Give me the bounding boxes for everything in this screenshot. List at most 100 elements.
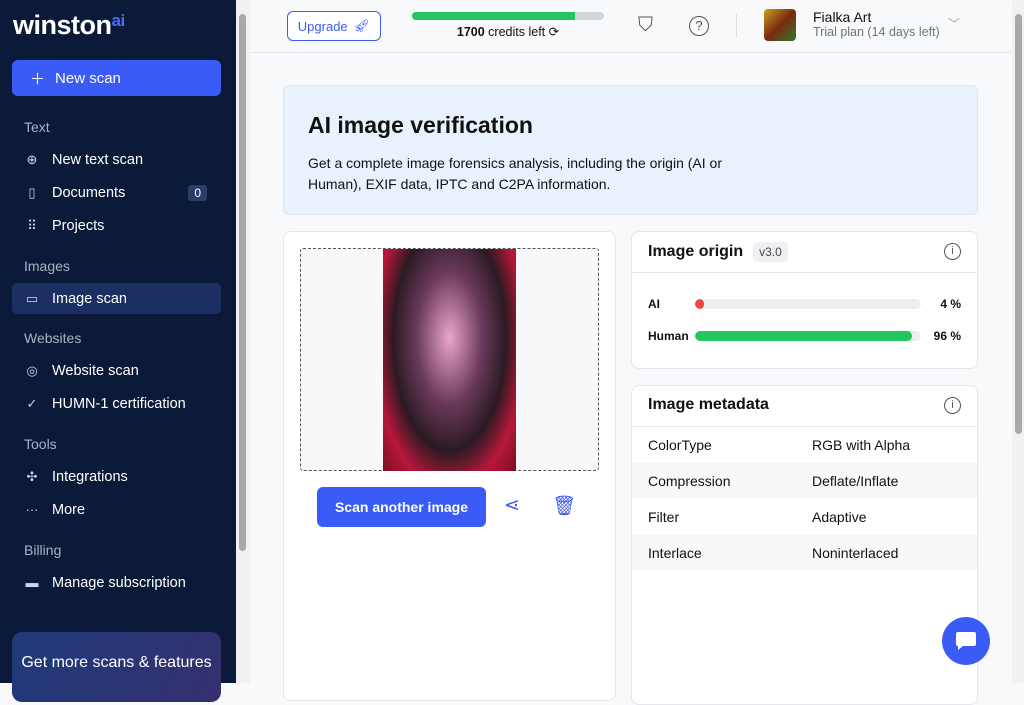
upgrade-label: Upgrade	[297, 18, 348, 34]
origin-label: AI	[648, 297, 660, 311]
origin-row-human: Human 96 %	[648, 329, 961, 343]
promo-card[interactable]: Get more scans & features	[12, 632, 221, 702]
image-icon: ▭	[25, 290, 39, 306]
page-description: Get a complete image forensics analysis,…	[308, 155, 722, 192]
label: Manage subscription	[52, 574, 186, 591]
logo[interactable]: winstonai	[13, 10, 125, 41]
check-circle-icon: ✓	[26, 395, 38, 411]
upgrade-button[interactable]: Upgrade 🚀︎	[287, 11, 381, 41]
sidebar: winstonai ＋ New scan Text ⊕ New text scan …	[0, 0, 236, 702]
label: HUMN-1 certification	[52, 395, 186, 412]
plus-circle-icon: ⊕	[26, 151, 38, 167]
credit-card-icon: ▬	[25, 575, 39, 590]
section-billing: Billing	[24, 542, 62, 558]
rocket-icon: 🚀︎	[353, 18, 371, 33]
origin-value: 4 %	[940, 297, 961, 311]
topbar: Upgrade 🚀︎ 1700 credits left ⟳ ⛉ ? Fialka…	[250, 0, 1012, 53]
chat-icon	[956, 632, 976, 650]
card-title: Image origin v3.0	[648, 242, 788, 262]
metadata-key: Filter	[648, 509, 680, 525]
refresh-icon[interactable]: ⟳	[549, 25, 559, 39]
page-title: AI image verification	[308, 112, 533, 138]
credits-text: 1700 credits left ⟳	[412, 24, 604, 39]
logo-text: winston	[13, 10, 112, 40]
label: Documents	[52, 184, 126, 201]
sidebar-item-documents[interactable]: ▯ Documents 0	[12, 177, 221, 208]
scrollbar-thumb[interactable]	[1015, 14, 1022, 434]
label: More	[52, 501, 86, 518]
sidebar-item-projects[interactable]: ⠿ Projects	[12, 210, 221, 241]
metadata-value: Deflate/Inflate	[812, 473, 899, 489]
image-origin-card: Image origin v3.0 i AI 4 % Human 96 %	[631, 231, 978, 369]
plus-icon: ＋	[30, 70, 46, 88]
image-origin-title: Image origin	[648, 243, 744, 260]
metadata-value: RGB with Alpha	[812, 437, 911, 453]
metadata-row: Interlace Noninterlaced	[632, 535, 977, 571]
credits-label: credits left	[488, 25, 546, 39]
section-websites: Websites	[24, 330, 82, 346]
sidebar-item-new-text-scan[interactable]: ⊕ New text scan	[12, 144, 221, 175]
label: Integrations	[52, 468, 128, 485]
globe-icon: ◎	[26, 362, 38, 378]
divider	[736, 14, 737, 38]
shield-icon[interactable]: ⛉	[638, 14, 653, 37]
credits-number: 1700	[456, 25, 485, 39]
sidebar-item-more[interactable]: ··· More	[12, 494, 221, 525]
help-icon[interactable]: ?	[689, 16, 709, 36]
credits-progress	[412, 12, 604, 20]
grid-icon: ⠿	[27, 217, 37, 233]
new-scan-button[interactable]: ＋ New scan	[12, 60, 221, 96]
origin-row-ai: AI 4 %	[648, 297, 961, 311]
label: New text scan	[52, 151, 144, 168]
origin-bar-fill	[695, 299, 705, 309]
avatar[interactable]	[764, 9, 796, 41]
image-metadata-card: Image metadata i ColorType RGB with Alpha…	[631, 385, 978, 705]
sidebar-item-manage-subscription[interactable]: ▬ Manage subscription	[12, 567, 221, 598]
scanned-image	[383, 249, 516, 471]
label: Image scan	[52, 290, 127, 307]
version-badge: v3.0	[753, 242, 788, 262]
chevron-down-icon[interactable]: ﹀	[948, 15, 960, 32]
section-text: Text	[24, 119, 50, 135]
image-card: Scan another image ⋖ 🗑︎	[283, 231, 616, 701]
metadata-row: Filter Adaptive	[632, 499, 977, 535]
section-tools: Tools	[24, 436, 57, 452]
sidebar-item-website-scan[interactable]: ◎ Website scan	[12, 355, 221, 386]
image-metadata-title: Image metadata	[648, 396, 769, 413]
user-plan: Trial plan (14 days left)	[813, 25, 940, 39]
image-dropzone[interactable]	[300, 248, 599, 471]
sidebar-item-humn-certification[interactable]: ✓ HUMN-1 certification	[12, 388, 221, 419]
origin-bar-fill	[695, 331, 912, 341]
new-scan-label: New scan	[55, 69, 121, 87]
sidebar-item-image-scan[interactable]: ▭ Image scan	[12, 283, 221, 314]
info-icon[interactable]: i	[944, 243, 961, 260]
label: Projects	[52, 217, 105, 234]
more-icon: ···	[25, 502, 39, 517]
label: Website scan	[52, 362, 139, 379]
documents-count-badge: 0	[188, 184, 207, 201]
scrollbar-thumb[interactable]	[239, 14, 246, 551]
metadata-key: Interlace	[648, 545, 702, 561]
sidebar-item-integrations[interactable]: ✣ Integrations	[12, 461, 221, 492]
scan-another-image-button[interactable]: Scan another image	[317, 487, 486, 527]
metadata-row: Compression Deflate/Inflate	[632, 463, 977, 499]
share-icon[interactable]: ⋖	[504, 494, 520, 517]
credits-progress-fill	[412, 12, 576, 20]
origin-value: 96 %	[933, 329, 961, 343]
metadata-key: ColorType	[648, 437, 712, 453]
document-icon: ▯	[28, 184, 36, 200]
metadata-value: Noninterlaced	[812, 545, 899, 561]
sidebar-scrollbar[interactable]	[236, 0, 250, 683]
user-name[interactable]: Fialka Art	[813, 9, 871, 25]
trash-icon[interactable]: 🗑︎	[552, 494, 576, 518]
metadata-row: ColorType RGB with Alpha	[632, 427, 977, 463]
main-scrollbar[interactable]	[1012, 0, 1024, 683]
metadata-value: Adaptive	[812, 509, 867, 525]
card-title: Image metadata	[648, 396, 769, 414]
info-icon[interactable]: i	[944, 397, 961, 414]
hero-banner: AI image verification Get a complete ima…	[283, 85, 978, 215]
chat-button[interactable]	[942, 617, 990, 665]
origin-bar	[695, 299, 921, 309]
metadata-key: Compression	[648, 473, 731, 489]
section-images: Images	[24, 258, 70, 274]
